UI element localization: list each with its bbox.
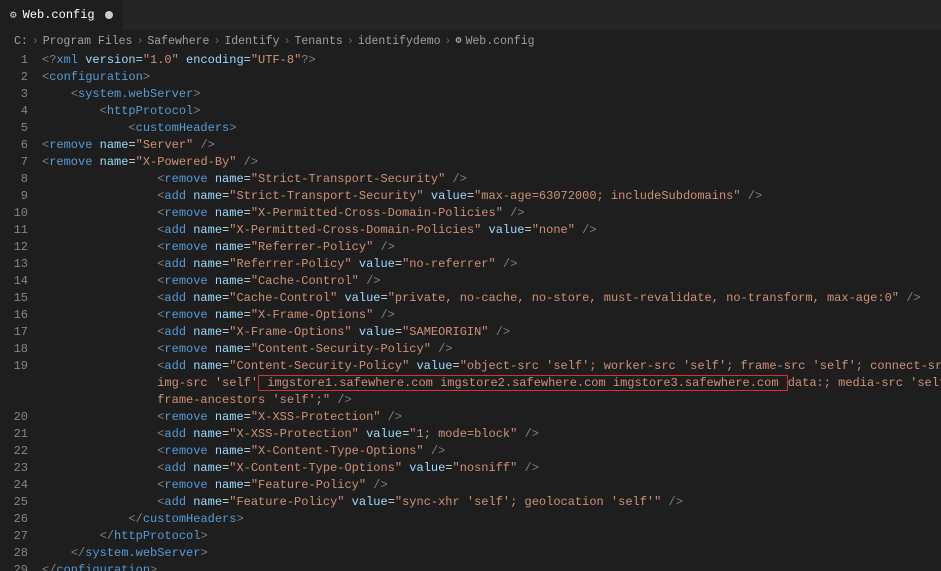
code-line[interactable]: <add name="X-Content-Type-Options" value…	[42, 460, 941, 477]
line-number: 13	[0, 256, 28, 273]
chevron-right-icon: ›	[347, 35, 354, 48]
line-number: 4	[0, 103, 28, 120]
code-line[interactable]: <remove name="Content-Security-Policy" /…	[42, 341, 941, 358]
line-number: 22	[0, 443, 28, 460]
line-number: 2	[0, 69, 28, 86]
breadcrumb-segment[interactable]: Tenants	[295, 35, 343, 48]
code-line[interactable]: <add name="Cache-Control" value="private…	[42, 290, 941, 307]
tab-label: Web.config	[23, 8, 95, 22]
line-number: 3	[0, 86, 28, 103]
line-number: 25	[0, 494, 28, 511]
line-number: 20	[0, 409, 28, 426]
line-number: 19	[0, 358, 28, 375]
breadcrumb-segment[interactable]: Safewhere	[147, 35, 209, 48]
line-number: 15	[0, 290, 28, 307]
code-line[interactable]: <configuration>	[42, 69, 941, 86]
code-line[interactable]: </customHeaders>	[42, 511, 941, 528]
code-line[interactable]: <add name="Referrer-Policy" value="no-re…	[42, 256, 941, 273]
code-line[interactable]: <?xml version="1.0" encoding="UTF-8"?>	[42, 52, 941, 69]
chevron-right-icon: ›	[213, 35, 220, 48]
dirty-indicator	[105, 11, 113, 19]
code-line[interactable]: <remove name="Strict-Transport-Security"…	[42, 171, 941, 188]
line-number: 11	[0, 222, 28, 239]
code-line[interactable]: <add name="X-XSS-Protection" value="1; m…	[42, 426, 941, 443]
line-number: 9	[0, 188, 28, 205]
code-line[interactable]: frame-ancestors 'self';" />	[42, 392, 941, 409]
tab-webconfig[interactable]: ⚙ Web.config	[0, 0, 124, 30]
breadcrumb[interactable]: C:›Program Files›Safewhere›Identify›Tena…	[0, 30, 941, 52]
breadcrumb-segment[interactable]: Identify	[224, 35, 279, 48]
code-line[interactable]: <add name="Strict-Transport-Security" va…	[42, 188, 941, 205]
line-number: 10	[0, 205, 28, 222]
breadcrumb-segment[interactable]: C:	[14, 35, 28, 48]
line-number: 27	[0, 528, 28, 545]
highlighted-csp-hosts: imgstore1.safewhere.com imgstore2.safewh…	[258, 375, 788, 391]
line-number: 18	[0, 341, 28, 358]
line-number: 8	[0, 171, 28, 188]
line-number: 28	[0, 545, 28, 562]
editor[interactable]: 1234567891011121314151617181920212223242…	[0, 52, 941, 571]
line-number: 24	[0, 477, 28, 494]
code-area[interactable]: <?xml version="1.0" encoding="UTF-8"?><c…	[42, 52, 941, 571]
chevron-right-icon: ›	[445, 35, 452, 48]
line-number	[0, 375, 28, 392]
line-number: 17	[0, 324, 28, 341]
code-line[interactable]: </httpProtocol>	[42, 528, 941, 545]
code-line[interactable]: <remove name="Cache-Control" />	[42, 273, 941, 290]
line-number: 16	[0, 307, 28, 324]
code-line[interactable]: <add name="Content-Security-Policy" valu…	[42, 358, 941, 375]
code-line[interactable]: <remove name="Server" />	[42, 137, 941, 154]
chevron-right-icon: ›	[284, 35, 291, 48]
chevron-right-icon: ›	[32, 35, 39, 48]
code-line[interactable]: <remove name="X-Content-Type-Options" />	[42, 443, 941, 460]
chevron-right-icon: ›	[136, 35, 143, 48]
code-line[interactable]: img-src 'self' imgstore1.safewhere.com i…	[42, 375, 941, 392]
code-line[interactable]: <httpProtocol>	[42, 103, 941, 120]
line-number: 21	[0, 426, 28, 443]
line-gutter: 1234567891011121314151617181920212223242…	[0, 52, 42, 571]
code-line[interactable]: <remove name="X-Frame-Options" />	[42, 307, 941, 324]
line-number: 14	[0, 273, 28, 290]
code-line[interactable]: <remove name="Referrer-Policy" />	[42, 239, 941, 256]
code-line[interactable]: <add name="Feature-Policy" value="sync-x…	[42, 494, 941, 511]
code-line[interactable]: <customHeaders>	[42, 120, 941, 137]
code-line[interactable]: <add name="X-Frame-Options" value="SAMEO…	[42, 324, 941, 341]
line-number: 5	[0, 120, 28, 137]
code-line[interactable]: <remove name="X-XSS-Protection" />	[42, 409, 941, 426]
line-number: 1	[0, 52, 28, 69]
breadcrumb-segment[interactable]: Program Files	[43, 35, 133, 48]
tab-bar: ⚙ Web.config	[0, 0, 941, 30]
code-line[interactable]: </system.webServer>	[42, 545, 941, 562]
gear-icon: ⚙	[10, 8, 17, 22]
code-line[interactable]: </configuration>	[42, 562, 941, 571]
code-line[interactable]: <add name="X-Permitted-Cross-Domain-Poli…	[42, 222, 941, 239]
line-number: 7	[0, 154, 28, 171]
line-number	[0, 392, 28, 409]
code-line[interactable]: <remove name="Feature-Policy" />	[42, 477, 941, 494]
breadcrumb-segment[interactable]: identifydemo	[358, 35, 441, 48]
line-number: 12	[0, 239, 28, 256]
line-number: 23	[0, 460, 28, 477]
line-number: 26	[0, 511, 28, 528]
line-number: 29	[0, 562, 28, 571]
code-line[interactable]: <system.webServer>	[42, 86, 941, 103]
gear-icon: ⚙	[455, 35, 461, 47]
code-line[interactable]: <remove name="X-Permitted-Cross-Domain-P…	[42, 205, 941, 222]
line-number: 6	[0, 137, 28, 154]
breadcrumb-segment[interactable]: Web.config	[465, 35, 534, 48]
code-line[interactable]: <remove name="X-Powered-By" />	[42, 154, 941, 171]
